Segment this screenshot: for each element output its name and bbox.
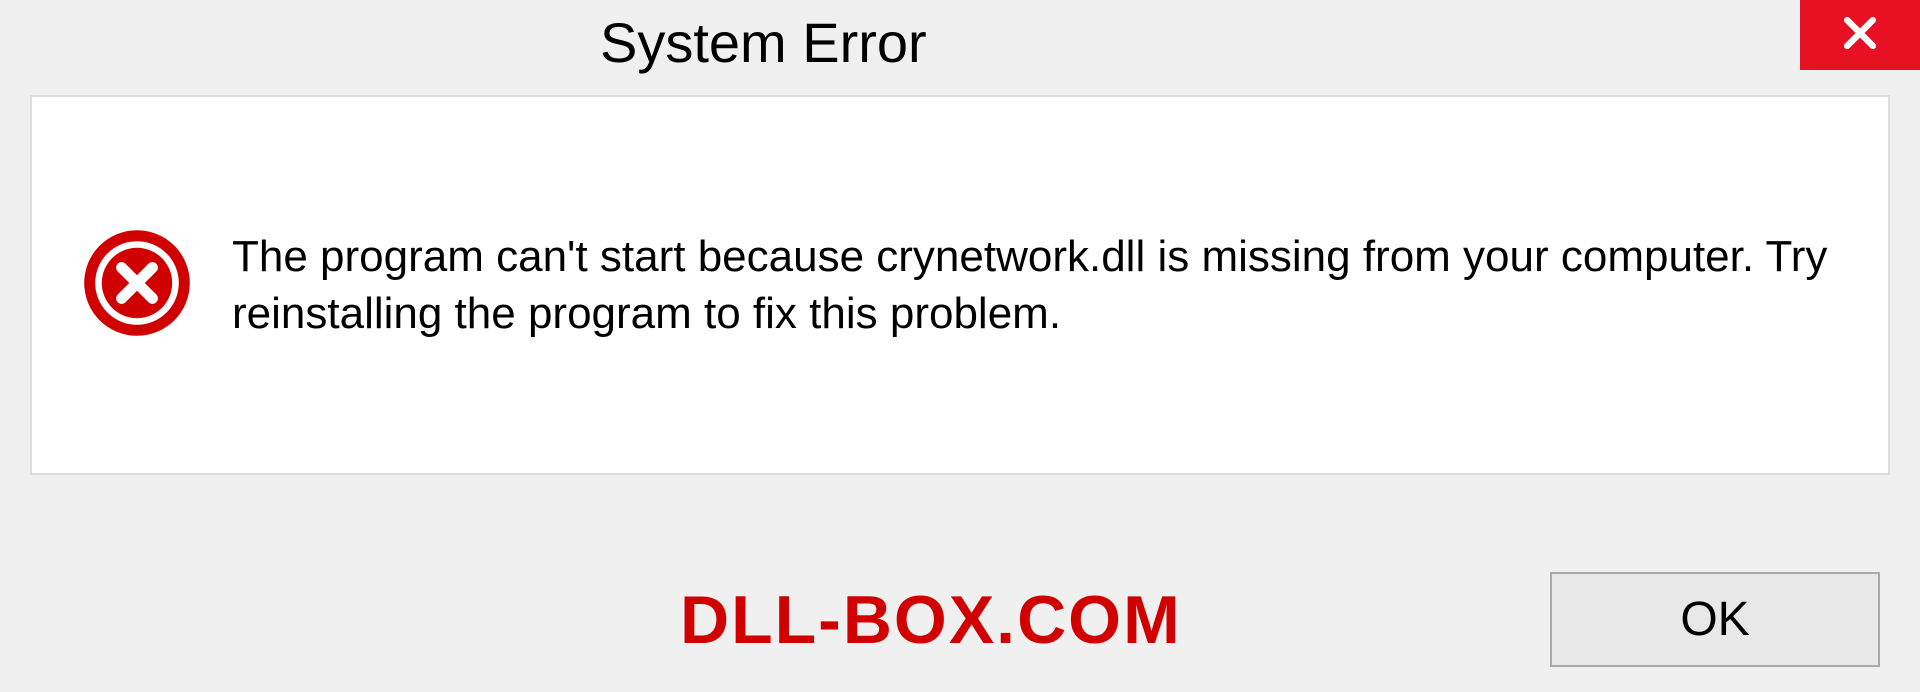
- ok-button[interactable]: OK: [1550, 572, 1880, 667]
- dialog-title: System Error: [600, 10, 927, 75]
- close-icon: [1838, 11, 1882, 60]
- footer-bar: DLL-BOX.COM OK: [0, 572, 1920, 667]
- error-icon: [82, 228, 192, 343]
- watermark-text: DLL-BOX.COM: [680, 581, 1182, 659]
- close-button[interactable]: [1800, 0, 1920, 70]
- message-panel: The program can't start because crynetwo…: [30, 95, 1890, 475]
- title-bar: System Error: [0, 0, 1920, 75]
- error-message: The program can't start because crynetwo…: [232, 228, 1838, 342]
